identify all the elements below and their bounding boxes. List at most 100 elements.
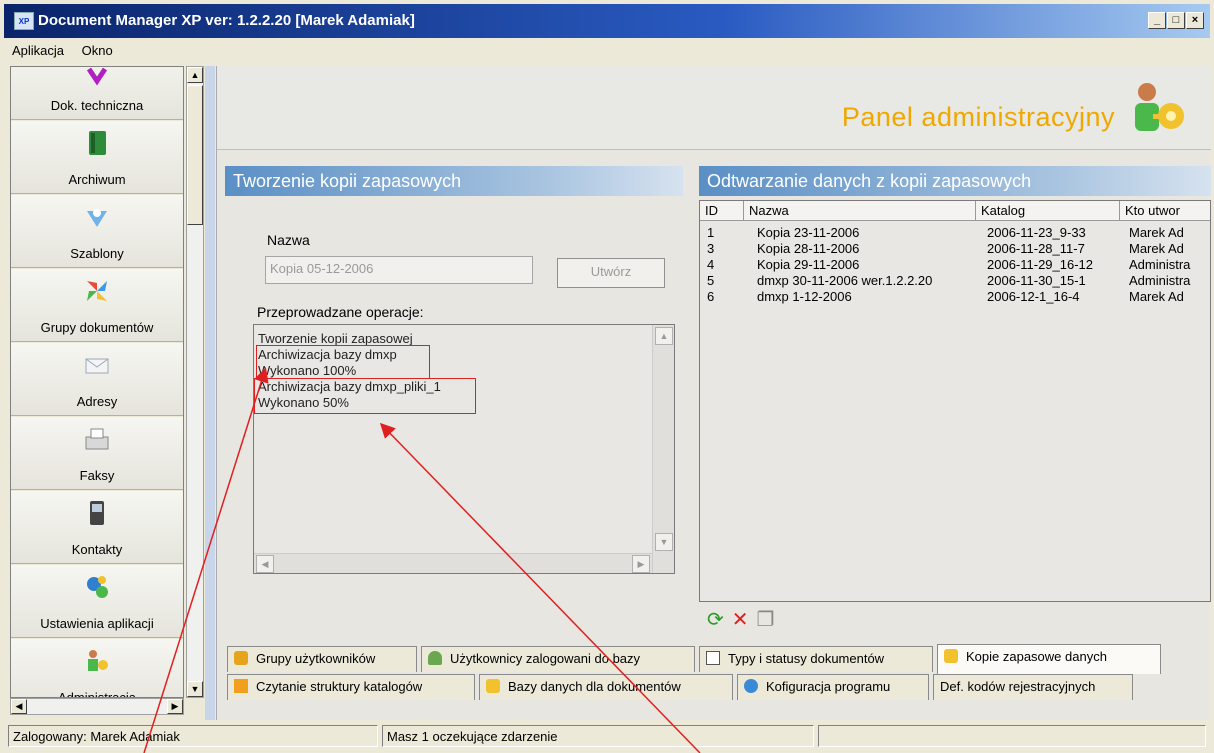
tab-czytanie-struktury[interactable]: Czytanie struktury katalogów xyxy=(227,674,475,700)
backups-list[interactable]: ID Nazwa Katalog Kto utwor 1 Kopia 23-11… xyxy=(699,200,1211,602)
scroll-thumb[interactable] xyxy=(187,85,203,225)
copy-icon[interactable]: ❐ xyxy=(757,609,775,631)
scroll-left-icon[interactable]: ◀ xyxy=(11,699,27,714)
column-header-id[interactable]: ID xyxy=(700,201,744,221)
operations-log[interactable]: Tworzenie kopii zapasowej Archiwizacja b… xyxy=(253,324,675,574)
splitter[interactable] xyxy=(205,66,215,720)
panel-header: Panel administracyjny xyxy=(217,66,1211,150)
status-empty xyxy=(818,725,1206,747)
tab-uzytkownicy-zalogowani[interactable]: Użytkownicy zalogowani do bazy xyxy=(421,646,695,672)
main-panel: Panel administracyjny Tworzenie kopii za… xyxy=(216,66,1211,720)
tab-label: Użytkownicy zalogowani do bazy xyxy=(450,651,641,666)
tab-label: Kofiguracja programu xyxy=(766,679,891,694)
table-cell: 2006-11-28_11-7 xyxy=(987,241,1085,256)
gears-icon xyxy=(87,576,108,598)
tab-kofiguracja-programu[interactable]: Kofiguracja programu xyxy=(737,674,929,700)
scroll-right-icon[interactable]: ▶ xyxy=(167,699,183,714)
refresh-icon[interactable]: ⟳ xyxy=(707,609,724,631)
tab-def-kodow[interactable]: Def. kodów rejestracyjnych xyxy=(933,674,1133,700)
operations-label: Przeprowadzane operacje: xyxy=(257,304,424,320)
log-horizontal-scrollbar[interactable]: ◀ ▶ xyxy=(254,553,652,573)
tab-kopie-zapasowe[interactable]: Kopie zapasowe danych xyxy=(937,644,1161,674)
table-cell[interactable]: dmxp 30-11-2006 wer.1.2.2.20 xyxy=(752,273,974,289)
tab-bazy-danych[interactable]: Bazy danych dla dokumentów xyxy=(479,674,733,700)
ribbon-icon xyxy=(86,67,108,86)
title-bar: XP Document Manager XP ver: 1.2.2.20 [Ma… xyxy=(4,4,1210,38)
menu-bar: Aplikacja Okno xyxy=(4,40,1210,62)
database-icon xyxy=(486,679,500,693)
sidebar-item-dok-techniczna[interactable]: Dok. techniczna xyxy=(11,67,183,120)
table-cell: 3 xyxy=(707,241,715,256)
sidebar-horizontal-scrollbar[interactable]: ◀ ▶ xyxy=(10,698,184,715)
annotation-highlight xyxy=(254,378,476,414)
sidebar: Dok. techniczna Archiwum Szablony Grupy … xyxy=(10,66,184,698)
scroll-up-icon[interactable]: ▲ xyxy=(655,327,673,345)
gear-icon xyxy=(744,679,758,693)
tab-grupy-uzytkownikow[interactable]: Grupy użytkowników xyxy=(227,646,417,672)
user-icon xyxy=(428,651,442,665)
sidebar-item-label: Szablony xyxy=(70,246,124,261)
sidebar-item-kontakty[interactable]: Kontakty xyxy=(11,491,183,564)
tab-label: Typy i statusy dokumentów xyxy=(728,651,885,666)
menu-aplikacja[interactable]: Aplikacja xyxy=(4,40,70,58)
backup-section-header: Tworzenie kopii zapasowych xyxy=(225,166,683,196)
create-backup-button[interactable]: Utwórz xyxy=(557,258,665,288)
sidebar-item-ustawienia-aplikacji[interactable]: Ustawienia aplikacji xyxy=(11,565,183,638)
log-line: Tworzenie kopii zapasowej xyxy=(258,331,413,346)
restore-section-header: Odtwarzanie danych z kopii zapasowych xyxy=(699,166,1211,196)
sidebar-item-label: Adresy xyxy=(76,394,118,409)
sidebar-item-administracja[interactable]: Administracja xyxy=(11,639,183,697)
sidebar-item-label: Dok. techniczna xyxy=(50,98,144,113)
sidebar-vertical-scrollbar[interactable]: ▲ ▼ xyxy=(186,66,204,698)
scroll-left-icon[interactable]: ◀ xyxy=(256,555,274,573)
sidebar-item-archiwum[interactable]: Archiwum xyxy=(11,121,183,194)
fax-icon xyxy=(85,428,109,450)
folder-icon xyxy=(234,679,248,693)
sidebar-item-szablony[interactable]: Szablony xyxy=(11,195,183,268)
table-cell: 5 xyxy=(707,273,715,288)
tab-label: Kopie zapasowe danych xyxy=(966,649,1107,664)
restore-toolbar: ⟳ ✕ ❐ xyxy=(707,608,774,632)
table-cell[interactable]: Kopia 29-11-2006 xyxy=(752,257,974,273)
column-header-katalog[interactable]: Katalog xyxy=(976,201,1120,221)
column-header-kto-utworzyl[interactable]: Kto utwor xyxy=(1120,201,1210,221)
scroll-down-icon[interactable]: ▼ xyxy=(187,681,203,697)
name-label: Nazwa xyxy=(267,232,310,248)
column-header-nazwa[interactable]: Nazwa xyxy=(744,201,976,221)
status-user: Zalogowany: Marek Adamiak xyxy=(8,725,378,747)
scroll-up-icon[interactable]: ▲ xyxy=(187,67,203,83)
sidebar-item-adresy[interactable]: Adresy xyxy=(11,343,183,416)
sidebar-item-label: Kontakty xyxy=(71,542,123,557)
log-vertical-scrollbar[interactable]: ▲ ▼ xyxy=(652,325,674,573)
tab-label: Def. kodów rejestracyjnych xyxy=(940,679,1096,694)
backup-name-field[interactable]: Kopia 05-12-2006 xyxy=(265,256,533,284)
close-button[interactable]: × xyxy=(1186,12,1204,29)
sidebar-item-grupy-dokumentow[interactable]: Grupy dokumentów xyxy=(11,269,183,342)
template-icon xyxy=(87,209,107,227)
table-cell[interactable]: Kopia 28-11-2006 xyxy=(752,241,974,257)
status-events[interactable]: Masz 1 oczekujące zdarzenie xyxy=(382,725,814,747)
book-icon xyxy=(89,131,106,155)
sidebar-item-label: Archiwum xyxy=(68,172,126,187)
table-cell[interactable]: Kopia 23-11-2006 xyxy=(752,225,974,241)
table-cell: Administra xyxy=(1129,273,1191,288)
table-cell: Marek Ad xyxy=(1129,225,1184,240)
minimize-button[interactable]: _ xyxy=(1148,12,1166,29)
scroll-down-icon[interactable]: ▼ xyxy=(655,533,673,551)
envelope-icon xyxy=(85,358,109,374)
app-window: XP Document Manager XP ver: 1.2.2.20 [Ma… xyxy=(0,0,1214,753)
database-icon xyxy=(944,649,958,663)
table-cell[interactable]: dmxp 1-12-2006 xyxy=(752,289,974,305)
scroll-right-icon[interactable]: ▶ xyxy=(632,555,650,573)
table-cell: Marek Ad xyxy=(1129,289,1184,304)
tab-typy-i-statusy[interactable]: Typy i statusy dokumentów xyxy=(699,646,933,672)
annotation-highlight xyxy=(256,345,430,379)
tab-strip: Grupy użytkowników Użytkownicy zalogowan… xyxy=(217,632,1211,720)
table-cell: 2006-12-1_16-4 xyxy=(987,289,1080,304)
sidebar-item-faksy[interactable]: Faksy xyxy=(11,417,183,490)
menu-okno[interactable]: Okno xyxy=(74,40,119,58)
maximize-button[interactable]: □ xyxy=(1167,12,1185,29)
users-group-icon xyxy=(234,651,248,665)
delete-icon[interactable]: ✕ xyxy=(732,609,749,631)
table-cell: 2006-11-23_9-33 xyxy=(987,225,1086,240)
